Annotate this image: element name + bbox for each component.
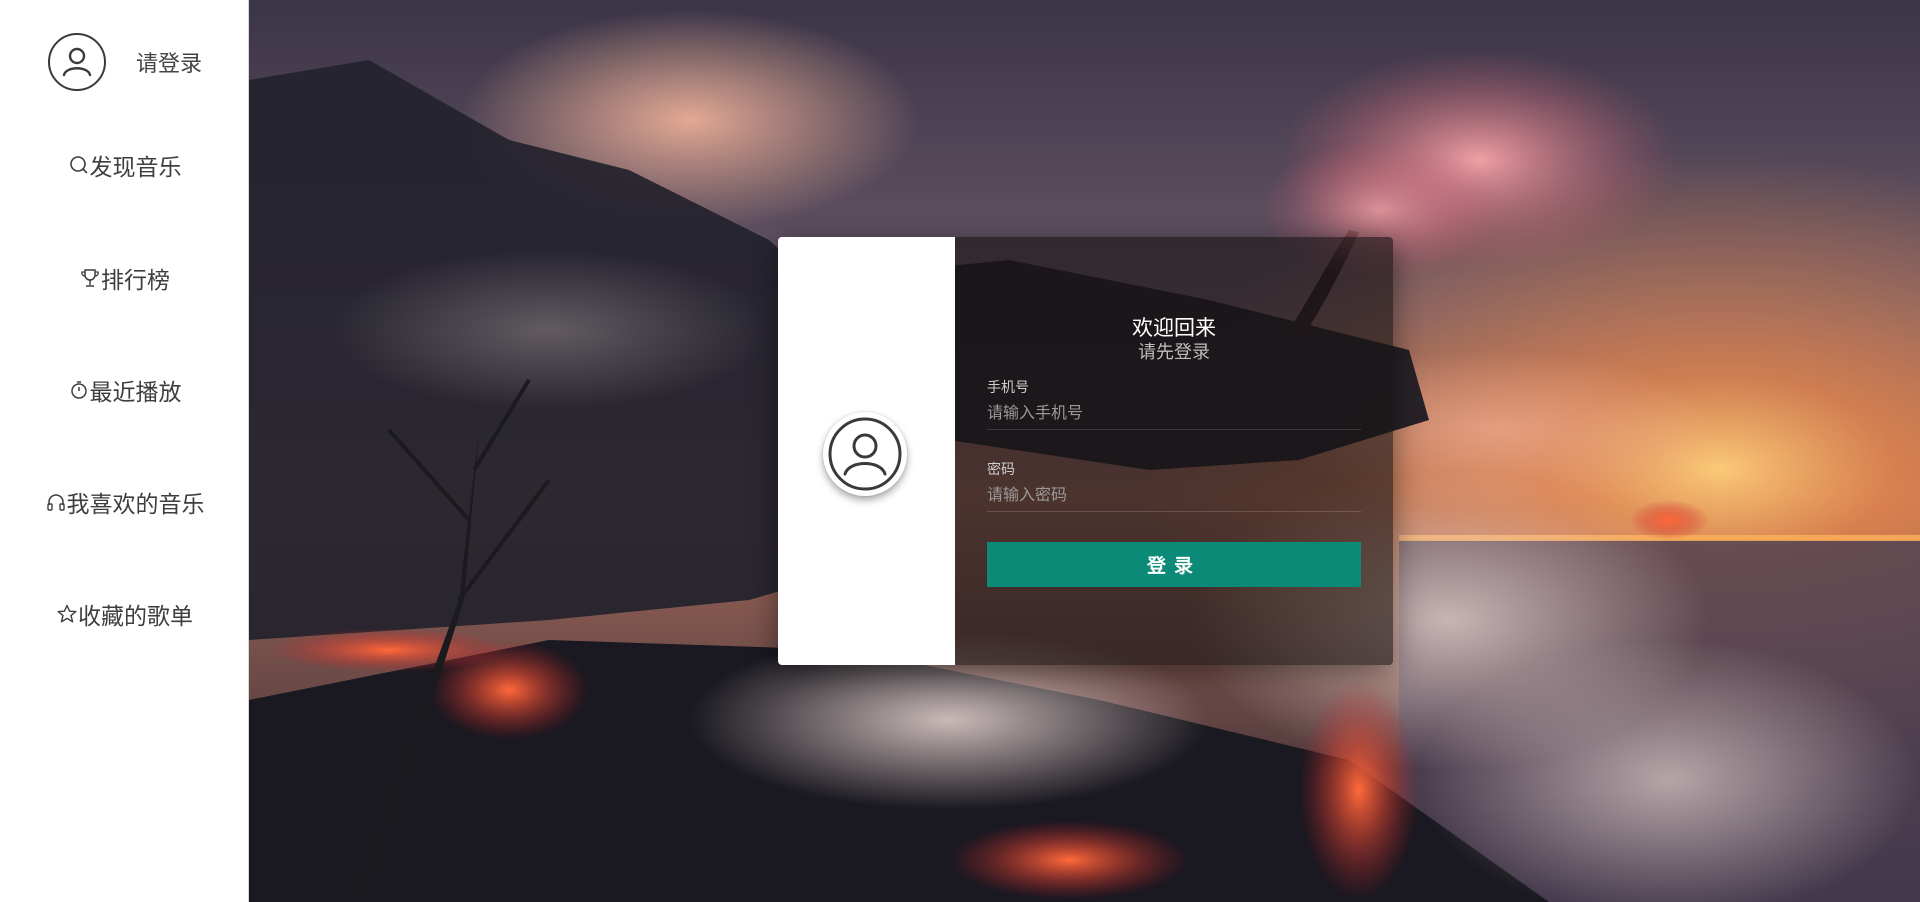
trophy-icon xyxy=(79,267,101,289)
user-icon xyxy=(823,412,907,496)
sidebar: 请登录 发现音乐 排行榜 最近播放 我喜欢的音乐 收藏的歌单 xyxy=(0,0,249,902)
nav-label: 排行榜 xyxy=(101,268,170,294)
phone-input[interactable] xyxy=(987,396,1361,430)
timer-icon xyxy=(68,379,90,401)
nav-label: 最近播放 xyxy=(89,380,182,406)
nav-collected-playlists[interactable]: 收藏的歌单 xyxy=(0,597,249,631)
user-icon[interactable] xyxy=(48,33,106,91)
login-button[interactable]: 登录 xyxy=(987,542,1361,587)
nav-discover-music[interactable]: 发现音乐 xyxy=(0,148,249,182)
nav-label: 我喜欢的音乐 xyxy=(66,492,205,518)
nav-label: 发现音乐 xyxy=(89,155,182,181)
nav-label: 收藏的歌单 xyxy=(78,604,193,630)
password-label: 密码 xyxy=(987,462,1015,478)
login-form: 欢迎回来 请先登录 手机号 密码 登录 xyxy=(955,237,1393,665)
password-input[interactable] xyxy=(987,478,1361,512)
nav-recent-play[interactable]: 最近播放 xyxy=(0,373,249,407)
nav-liked-music[interactable]: 我喜欢的音乐 xyxy=(0,485,249,519)
search-icon xyxy=(68,154,90,176)
nav-charts[interactable]: 排行榜 xyxy=(0,261,249,295)
profile-login[interactable]: 请登录 xyxy=(48,33,202,91)
phone-label: 手机号 xyxy=(987,380,1029,396)
headphones-icon xyxy=(45,491,67,513)
login-dialog: 欢迎回来 请先登录 手机号 密码 登录 xyxy=(778,237,1393,665)
login-subtitle: 请先登录 xyxy=(1138,342,1210,363)
star-icon xyxy=(56,603,78,625)
login-avatar-panel xyxy=(778,237,955,665)
login-link[interactable]: 请登录 xyxy=(136,46,202,78)
